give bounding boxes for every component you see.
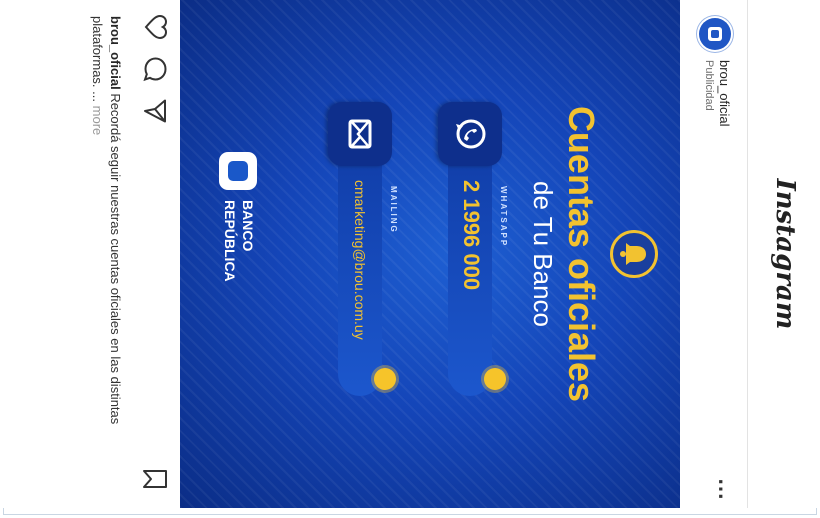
bank-logo-icon <box>219 152 257 190</box>
sun-icon <box>484 368 506 390</box>
more-options-icon[interactable]: ⋯ <box>709 478 734 501</box>
post-actions <box>128 0 180 508</box>
caption-ellipsis: ... <box>90 91 105 103</box>
comment-icon[interactable] <box>137 56 168 82</box>
whatsapp-icon <box>438 102 502 166</box>
heart-icon[interactable] <box>139 14 168 40</box>
brou-logo-icon <box>708 27 722 41</box>
instagram-post: Instagram brou_oficial Publicidad ⋯ Cuen… <box>2 0 818 508</box>
bell-icon <box>610 230 658 278</box>
mail-contact-card: MAILING cmarketing@brou.com.uy <box>328 102 398 396</box>
post-caption: brou_oficial Recordá seguir nuestras cue… <box>88 16 124 492</box>
sun-icon <box>374 368 396 390</box>
whatsapp-contact-card: WHATSAPP 2 1996 000 <box>438 102 508 396</box>
app-header: Instagram <box>747 0 818 508</box>
contact-value: 2 1996 000 <box>459 180 484 291</box>
ad-subheadline: de Tu Banco <box>528 181 558 327</box>
username-link[interactable]: brou_oficial <box>717 60 732 127</box>
caption-username[interactable]: brou_oficial <box>108 16 123 90</box>
banco-republica-logo: BANCO REPÚBLICA <box>216 152 260 356</box>
sponsored-label: Publicidad <box>703 60 715 111</box>
avatar[interactable] <box>699 18 731 50</box>
contact-value: cmarketing@brou.com.uy <box>352 180 368 340</box>
bank-name-line: REPÚBLICA <box>222 200 238 282</box>
ad-image[interactable]: Cuentas oficiales de Tu Banco WHATSAPP 2… <box>180 0 680 508</box>
contact-label: MAILING <box>389 186 398 234</box>
mail-icon <box>328 102 392 166</box>
instagram-wordmark[interactable]: Instagram <box>770 0 800 508</box>
post-header: brou_oficial Publicidad ⋯ <box>680 0 748 508</box>
send-icon[interactable] <box>137 98 168 124</box>
bookmark-icon[interactable] <box>137 468 168 490</box>
ad-headline: Cuentas oficiales <box>561 105 602 403</box>
contact-label: WHATSAPP <box>499 186 508 248</box>
caption-more-link[interactable]: more <box>90 106 105 136</box>
bank-name-line: BANCO <box>240 200 256 252</box>
